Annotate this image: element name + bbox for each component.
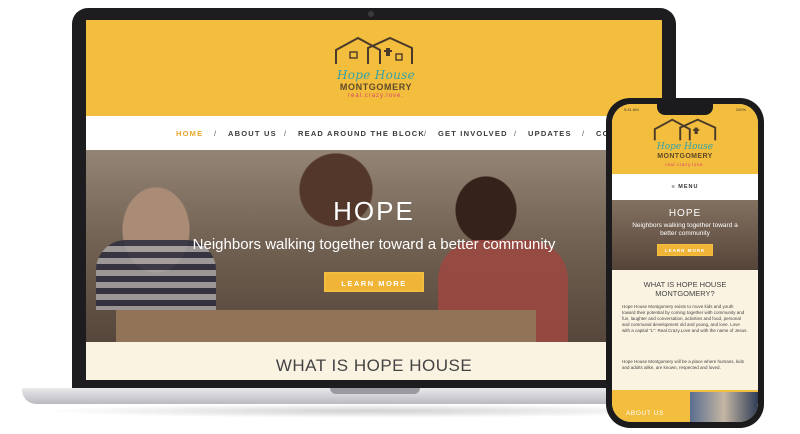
menu-toggle-button[interactable]: ≡ MENU xyxy=(612,174,758,200)
nav-get-involved[interactable]: GET INVOLVED xyxy=(438,129,508,138)
logo-title: Hope House xyxy=(337,68,415,82)
learn-more-button[interactable]: LEARN MORE xyxy=(657,244,713,256)
hero-title: HOPE xyxy=(668,208,702,219)
intro-paragraph: Hope House Montgomery exists to move kid… xyxy=(622,304,748,333)
hero-subtitle: Neighbors walking together toward a bett… xyxy=(192,236,556,253)
status-battery: 100% xyxy=(735,107,746,112)
status-time: 9:41 AM xyxy=(624,107,639,112)
logo-title: Hope House xyxy=(656,142,714,152)
section-title: WHAT IS HOPE HOUSE MONTGOMERY? xyxy=(643,280,727,298)
intro-section: WHAT IS HOPE HOUSE xyxy=(86,342,662,380)
nav-separator: / xyxy=(424,129,428,138)
logo-tagline: real.crazy.love. xyxy=(665,162,705,167)
about-us-heading[interactable]: ABOUT US xyxy=(626,410,664,417)
phone-site-logo[interactable]: Hope House MONTGOMERY real.crazy.love. xyxy=(650,116,720,171)
site-header: Hope House MONTGOMERY real.crazy.love. xyxy=(86,20,662,116)
logo-tagline: real.crazy.love. xyxy=(348,93,404,99)
nav-separator: / xyxy=(214,129,218,138)
camera-dot xyxy=(368,11,374,17)
main-nav: HOME / ABOUT US / READ AROUND THE BLOCK … xyxy=(86,116,662,150)
nav-home[interactable]: HOME xyxy=(176,129,203,138)
laptop-notch xyxy=(330,388,420,394)
section-title: WHAT IS HOPE HOUSE xyxy=(275,356,473,375)
nav-about-us[interactable]: ABOUT US xyxy=(228,129,277,138)
nav-read-around-the-block[interactable]: READ AROUND THE BLOCK xyxy=(298,129,425,138)
learn-more-button[interactable]: LEARN MORE xyxy=(324,272,424,292)
house-logo-icon xyxy=(335,36,413,64)
intro-paragraph: Hope House Montgomery will be a place wh… xyxy=(622,359,745,370)
laptop-screen: Hope House MONTGOMERY real.crazy.love. H… xyxy=(86,20,662,380)
nav-separator: / xyxy=(284,129,288,138)
phone-frame: Hope House MONTGOMERY real.crazy.love. 9… xyxy=(606,98,764,428)
about-photo xyxy=(690,392,758,422)
laptop-frame: Hope House MONTGOMERY real.crazy.love. H… xyxy=(72,8,676,394)
house-logo-icon xyxy=(653,118,717,141)
phone-notch xyxy=(657,104,713,115)
hero-title: HOPE xyxy=(333,196,415,226)
laptop-shadow xyxy=(40,404,700,418)
nav-updates[interactable]: UPDATES xyxy=(528,129,572,138)
phone-hero-banner: HOPE Neighbors walking together toward a… xyxy=(612,200,758,270)
logo-subtitle: MONTGOMERY xyxy=(339,82,413,92)
logo-subtitle: MONTGOMERY xyxy=(657,153,713,160)
nav-separator: / xyxy=(514,129,518,138)
phone-screen: Hope House MONTGOMERY real.crazy.love. 9… xyxy=(612,104,758,422)
nav-separator: / xyxy=(582,129,586,138)
hero-banner: HOPE Neighbors walking together toward a… xyxy=(86,150,662,342)
hero-subtitle: Neighbors walking together toward a bett… xyxy=(632,222,738,237)
about-section: ABOUT US xyxy=(612,390,758,422)
site-logo[interactable]: Hope House MONTGOMERY real.crazy.love. xyxy=(330,32,420,104)
